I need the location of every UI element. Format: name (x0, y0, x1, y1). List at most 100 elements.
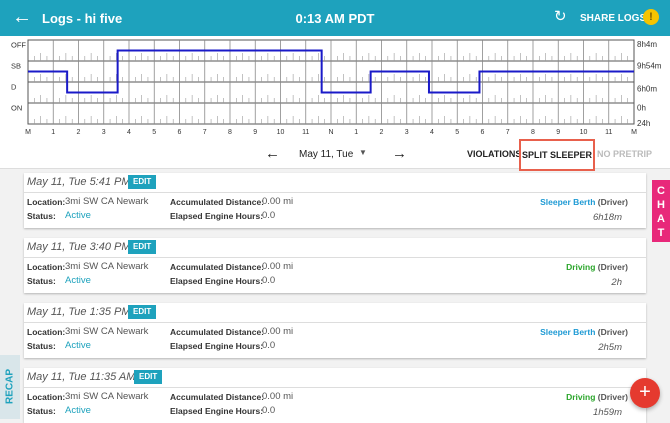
duty-status: Sleeper Berth (Driver) (540, 327, 628, 337)
duty-duration: 2h (611, 277, 622, 288)
next-day-arrow-icon[interactable]: → (392, 146, 407, 162)
engine-hours-value: 0.0 (262, 210, 276, 221)
engine-hours-label: Elapsed Engine Hours: (170, 211, 264, 221)
engine-hours-label: Elapsed Engine Hours: (170, 276, 264, 286)
status-label: Status: (27, 406, 56, 416)
distance-value: 0.00 mi (262, 196, 294, 207)
event-card: May 11, Tue 11:35 AM EDIT Location: 3mi … (24, 368, 646, 423)
chat-label: CHAT (657, 185, 665, 239)
duty-status-name: Driving (566, 262, 596, 272)
graph-hour-label: 8 (228, 129, 232, 136)
graph-hour-label: 4 (430, 129, 434, 136)
graph-hour-label: 9 (556, 129, 560, 136)
chat-tab[interactable]: CHAT (652, 180, 670, 242)
graph-hour-label: 1 (51, 129, 55, 136)
distance-label: Accumulated Distance: (170, 262, 264, 272)
graph-row-total: 6h0m (637, 85, 657, 94)
location-value: 3mi SW CA Newark (65, 391, 149, 402)
location-value: 3mi SW CA Newark (65, 261, 149, 272)
graph-hour-label: M (25, 129, 31, 136)
refresh-icon[interactable]: ↻ (554, 8, 567, 26)
location-label: Location: (27, 392, 66, 402)
add-event-button[interactable]: + (630, 378, 660, 408)
event-time: May 11, Tue 1:35 PM (27, 306, 131, 318)
graph-hour-label: 11 (605, 129, 612, 136)
location-label: Location: (27, 327, 66, 337)
event-card: May 11, Tue 3:40 PM EDIT Location: 3mi S… (24, 238, 646, 293)
share-logs-button[interactable]: SHARE LOGS (580, 13, 646, 24)
location-label: Location: (27, 197, 66, 207)
edit-button[interactable]: EDIT (128, 175, 157, 189)
engine-hours-label: Elapsed Engine Hours: (170, 341, 264, 351)
duty-status: Driving (Driver) (566, 392, 628, 402)
distance-label: Accumulated Distance: (170, 197, 264, 207)
duty-status-name: Driving (566, 392, 596, 402)
dropdown-caret-icon[interactable]: ▼ (359, 148, 367, 157)
engine-hours-value: 0.0 (262, 275, 276, 286)
status-value: Active (65, 405, 91, 416)
status-value: Active (65, 275, 91, 286)
alert-icon[interactable]: ! (643, 9, 659, 25)
graph-hour-label: 4 (127, 129, 131, 136)
graph-hour-label: 7 (203, 129, 207, 136)
graph-hour-label: 11 (302, 129, 309, 136)
duty-status-graph-svg: OFF SB D ON M 1 2 3 4 5 6 7 8 9 10 11 N 1 2 3 4 5 6 7 8 9 10 11 M 8h4… (11, 39, 662, 136)
event-card-header: May 11, Tue 1:35 PM EDIT (24, 303, 646, 323)
recap-tab[interactable]: RECAP (0, 355, 20, 419)
graph-row-label: OFF (11, 41, 26, 50)
event-card: May 11, Tue 5:41 PM EDIT Location: 3mi S… (24, 173, 646, 228)
duty-status-name: Sleeper Berth (540, 327, 596, 337)
prev-day-arrow-icon[interactable]: ← (265, 146, 280, 162)
date-selector[interactable]: May 11, Tue (299, 149, 353, 160)
event-time: May 11, Tue 11:35 AM (27, 371, 136, 383)
graph-row-total: 8h4m (637, 40, 657, 49)
event-card-header: May 11, Tue 5:41 PM EDIT (24, 173, 646, 193)
no-pretrip-button: NO PRETRIP (597, 149, 653, 159)
graph-row-total: 0h (637, 104, 646, 113)
split-sleeper-button[interactable]: SPLIT SLEEPER (519, 139, 595, 171)
graph-row-total: 9h54m (637, 62, 662, 71)
graph-hour-label: 3 (102, 129, 106, 136)
recap-label: RECAP (4, 369, 16, 405)
edit-button[interactable]: EDIT (134, 370, 163, 384)
duty-duration: 6h18m (592, 212, 622, 223)
graph-hour-label: 7 (506, 129, 510, 136)
graph-row-total: 24h (637, 119, 650, 128)
violations-button[interactable]: VIOLATIONS (467, 149, 521, 159)
event-card-header: May 11, Tue 11:35 AM EDIT (24, 368, 646, 388)
graph-hour-label: 8 (531, 129, 535, 136)
graph-row-label: D (11, 83, 17, 92)
engine-hours-label: Elapsed Engine Hours: (170, 406, 264, 416)
status-label: Status: (27, 276, 56, 286)
engine-hours-value: 0.0 (262, 405, 276, 416)
duty-status-name: Sleeper Berth (540, 197, 596, 207)
duty-status: Sleeper Berth (Driver) (540, 197, 628, 207)
location-label: Location: (27, 262, 66, 272)
graph-hour-label: 6 (178, 129, 182, 136)
duty-role: (Driver) (597, 327, 628, 337)
back-arrow-icon[interactable]: ← (12, 6, 32, 28)
duty-status-graph: OFF SB D ON M 1 2 3 4 5 6 7 8 9 10 11 N 1 2 3 4 5 6 7 8 9 10 11 M 8h4… (0, 36, 670, 140)
graph-hour-label: 9 (253, 129, 257, 136)
distance-label: Accumulated Distance: (170, 392, 264, 402)
duty-duration: 2h5m (598, 342, 622, 353)
event-card: May 11, Tue 1:35 PM EDIT Location: 3mi S… (24, 303, 646, 358)
top-app-bar: ← Logs - hi five 0:13 AM PDT ↻ SHARE LOG… (0, 0, 670, 36)
event-card-header: May 11, Tue 3:40 PM EDIT (24, 238, 646, 258)
status-label: Status: (27, 341, 56, 351)
edit-button[interactable]: EDIT (128, 305, 157, 319)
graph-hour-label: 5 (152, 129, 156, 136)
status-value: Active (65, 340, 91, 351)
distance-value: 0.00 mi (262, 391, 294, 402)
engine-hours-value: 0.0 (262, 340, 276, 351)
graph-hour-label: 5 (455, 129, 459, 136)
status-value: Active (65, 210, 91, 221)
edit-button[interactable]: EDIT (128, 240, 157, 254)
distance-value: 0.00 mi (262, 326, 294, 337)
graph-hour-label: M (631, 129, 637, 136)
graph-hour-label: N (328, 129, 333, 136)
graph-hour-label: 10 (580, 129, 588, 136)
duty-role: (Driver) (597, 392, 628, 402)
graph-hour-label: 2 (77, 129, 81, 136)
graph-hour-label: 1 (354, 129, 358, 136)
